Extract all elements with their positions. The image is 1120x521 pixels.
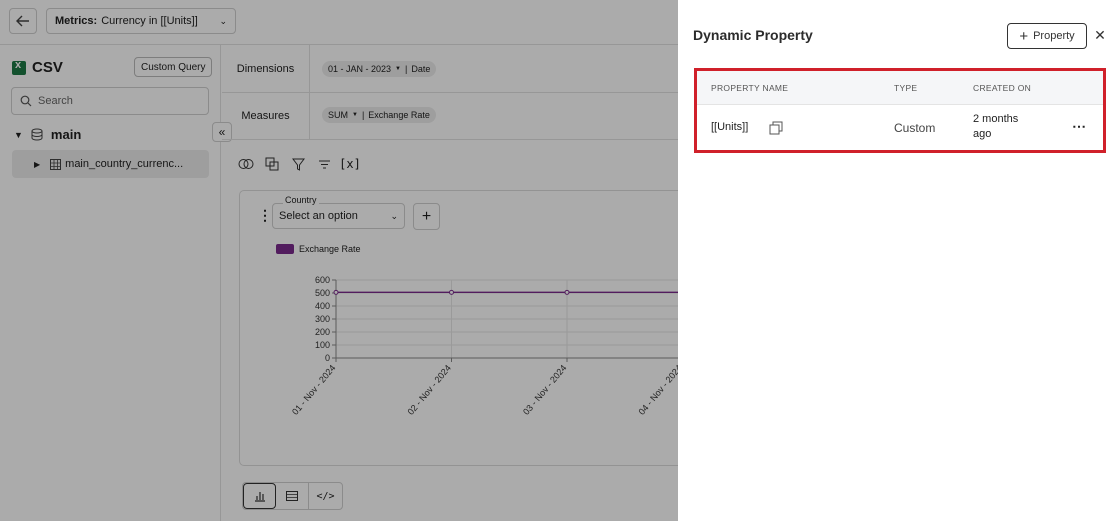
col-property-name: PROPERTY NAME xyxy=(711,83,789,93)
modal-overlay[interactable] xyxy=(0,0,678,521)
type-cell: Custom xyxy=(894,121,936,135)
created-on-line1: 2 months xyxy=(973,113,1019,125)
add-property-button[interactable]: + Property xyxy=(1007,23,1087,49)
copy-icon[interactable] xyxy=(769,121,783,135)
table-header: PROPERTY NAME TYPE CREATED ON xyxy=(697,71,1103,105)
drawer-title: Dynamic Property xyxy=(693,27,813,43)
property-name-cell: [[Units]] xyxy=(711,121,749,133)
col-created-on: CREATED ON xyxy=(973,83,1032,93)
more-options-icon[interactable]: ⋯ xyxy=(1072,119,1087,133)
close-icon[interactable]: ✕ xyxy=(1092,27,1108,43)
add-property-label: Property xyxy=(1033,30,1075,42)
created-on-line2: ago xyxy=(973,128,992,140)
col-type: TYPE xyxy=(894,83,918,93)
property-table: PROPERTY NAME TYPE CREATED ON [[Units]] … xyxy=(694,68,1106,153)
dynamic-property-drawer: Dynamic Property + Property ✕ PROPERTY N… xyxy=(678,0,1120,521)
plus-icon: + xyxy=(1019,27,1029,45)
